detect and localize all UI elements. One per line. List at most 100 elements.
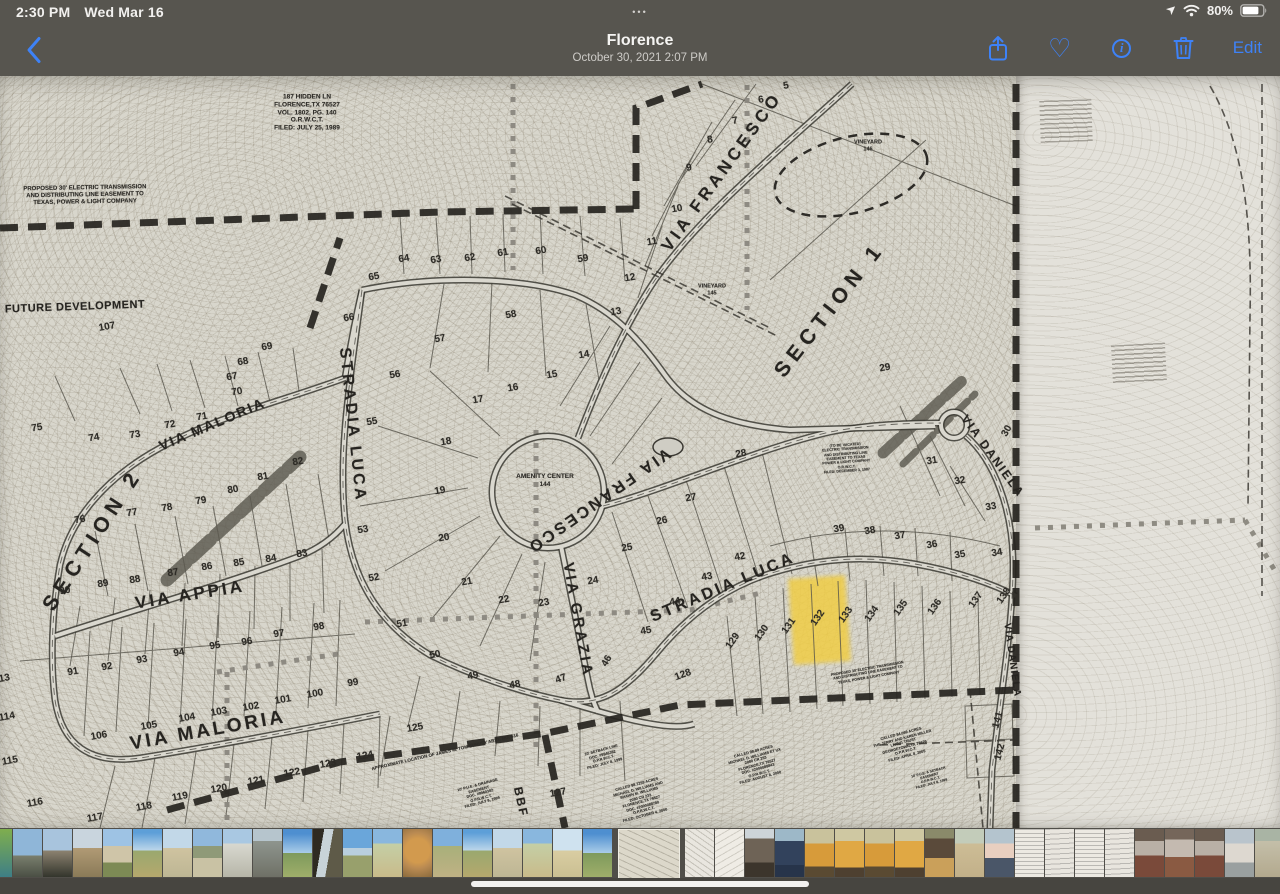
lot-number: 76: [74, 514, 87, 527]
lot-number: 19: [434, 485, 447, 498]
photo-thumbnail[interactable]: [13, 829, 42, 877]
status-bar: 2:30 PMWed Mar 16 ••• ➤ 80%: [0, 0, 1280, 26]
lot-number: 28: [735, 448, 748, 461]
lot-number: 33: [985, 501, 998, 514]
map-note: (TO BE VACATED)ELECTRIC TRANSMISSIONAND …: [821, 441, 871, 474]
home-indicator[interactable]: [471, 881, 809, 887]
photo-thumbnail[interactable]: [685, 829, 714, 877]
lot-number: 37: [894, 530, 907, 543]
photo-thumbnail[interactable]: [1105, 829, 1134, 877]
heart-icon: ♡: [1048, 38, 1071, 58]
photo-thumbnail[interactable]: [403, 829, 432, 877]
photo-thumbnail[interactable]: [163, 829, 192, 877]
photo-thumbnail[interactable]: [745, 829, 774, 877]
photo-thumbnail[interactable]: [1135, 829, 1164, 877]
photo-thumbnail[interactable]: [925, 829, 954, 877]
lot-number: 44: [669, 596, 682, 609]
wifi-icon: [1183, 4, 1200, 17]
photo-thumbnail[interactable]: [1195, 829, 1224, 877]
lot-number: 8: [706, 134, 713, 146]
lot-number: 24: [587, 575, 600, 588]
photo-thumbnail[interactable]: [373, 829, 402, 877]
nav-bar: Florence October 30, 2021 2:07 PM ♡ i: [0, 26, 1280, 76]
lot-number: 82: [292, 456, 305, 469]
lot-number: 45: [640, 625, 653, 638]
photo-thumbnail[interactable]: [223, 829, 252, 877]
photo-thumbnail[interactable]: [343, 829, 372, 877]
photo-thumbnail[interactable]: [463, 829, 492, 877]
photo-thumbnail[interactable]: [775, 829, 804, 877]
photo-thumbnail[interactable]: [955, 829, 984, 877]
status-right: ➤ 80%: [1167, 3, 1268, 18]
lot-number: 13: [610, 306, 623, 319]
lot-number: 26: [656, 515, 669, 528]
lot-number: 75: [31, 422, 44, 435]
photo-thumbnail[interactable]: [835, 829, 864, 877]
photo-thumbnail[interactable]: [1255, 829, 1280, 877]
photo-thumbnail[interactable]: [583, 829, 612, 877]
photo-viewer[interactable]: VIA FRANCESCOVIA FRANCESCOVIA GRAZIASTRA…: [0, 76, 1280, 828]
photo-thumbnail[interactable]: [133, 829, 162, 877]
photo-thumbnail[interactable]: [985, 829, 1014, 877]
lot-number: 73: [129, 429, 142, 442]
lot-number: 36: [926, 539, 939, 552]
current-photo-thumbnail[interactable]: [618, 829, 680, 878]
photo-thumbnail[interactable]: [895, 829, 924, 877]
nav-actions: ♡ i Edit: [985, 34, 1262, 62]
lot-number: 66: [343, 312, 356, 325]
lot-number: 50: [429, 649, 442, 662]
photo-thumbnail[interactable]: [805, 829, 834, 877]
photo-thumbnail[interactable]: [715, 829, 744, 877]
photo-thumbnail[interactable]: [313, 829, 342, 877]
map-note: 187 HIDDEN LNFLORENCE,TX 76527VOL. 1802,…: [274, 94, 340, 133]
battery-icon: [1240, 4, 1268, 17]
multitask-dots-icon: •••: [632, 7, 647, 17]
photo-thumbnail[interactable]: [43, 829, 72, 877]
lot-number: 15: [546, 369, 559, 382]
lot-number: 85: [233, 557, 246, 570]
photo-thumbnail[interactable]: [73, 829, 102, 877]
lot-number: 87: [167, 567, 180, 580]
photo-thumbnail[interactable]: [1015, 829, 1044, 877]
lot-number: 42: [734, 551, 747, 564]
photo-thumbnail[interactable]: [523, 829, 552, 877]
battery-percent: 80%: [1207, 3, 1233, 18]
lot-number: 43: [701, 571, 714, 584]
map-note: PROPOSED 30' ELECTRIC TRANSMISSIONAND DI…: [23, 184, 146, 208]
info-icon: i: [1112, 39, 1131, 58]
photo-thumbnail[interactable]: [1225, 829, 1254, 877]
lot-number: 72: [164, 419, 177, 432]
info-button[interactable]: i: [1109, 34, 1135, 62]
lot-number: 20: [438, 532, 451, 545]
bottom-bar: [0, 878, 1280, 894]
lot-number: 9: [685, 162, 692, 174]
lot-number: 49: [467, 670, 480, 683]
photo-thumbnail[interactable]: [553, 829, 582, 877]
delete-button[interactable]: [1171, 34, 1197, 62]
lot-number: 29: [879, 362, 892, 375]
share-button[interactable]: [985, 34, 1011, 62]
back-button[interactable]: [26, 36, 50, 66]
filmstrip: [0, 828, 1280, 878]
lot-number: 18: [440, 436, 453, 449]
lot-number: 97: [273, 628, 286, 641]
lot-number: 53: [357, 524, 370, 537]
photo-thumbnail[interactable]: [493, 829, 522, 877]
photo-thumbnail[interactable]: [1075, 829, 1104, 877]
photo-thumbnail[interactable]: [433, 829, 462, 877]
edit-button[interactable]: Edit: [1233, 38, 1262, 58]
photo-thumbnail[interactable]: [1165, 829, 1194, 877]
photo-thumbnail[interactable]: [253, 829, 282, 877]
photo-thumbnail[interactable]: [103, 829, 132, 877]
favorite-button[interactable]: ♡: [1047, 34, 1073, 62]
photo-thumbnail[interactable]: [865, 829, 894, 877]
lot-number: 52: [368, 572, 381, 585]
photo-thumbnail[interactable]: [193, 829, 222, 877]
top-chrome: 2:30 PMWed Mar 16 ••• ➤ 80%: [0, 0, 1280, 76]
lot-number: 83: [296, 548, 309, 561]
photo-thumbnail[interactable]: [283, 829, 312, 877]
photo-thumbnail[interactable]: [0, 829, 12, 877]
photo-thumbnail[interactable]: [1045, 829, 1074, 877]
lot-number: 98: [313, 621, 326, 634]
back-chevron-icon: [26, 36, 42, 64]
